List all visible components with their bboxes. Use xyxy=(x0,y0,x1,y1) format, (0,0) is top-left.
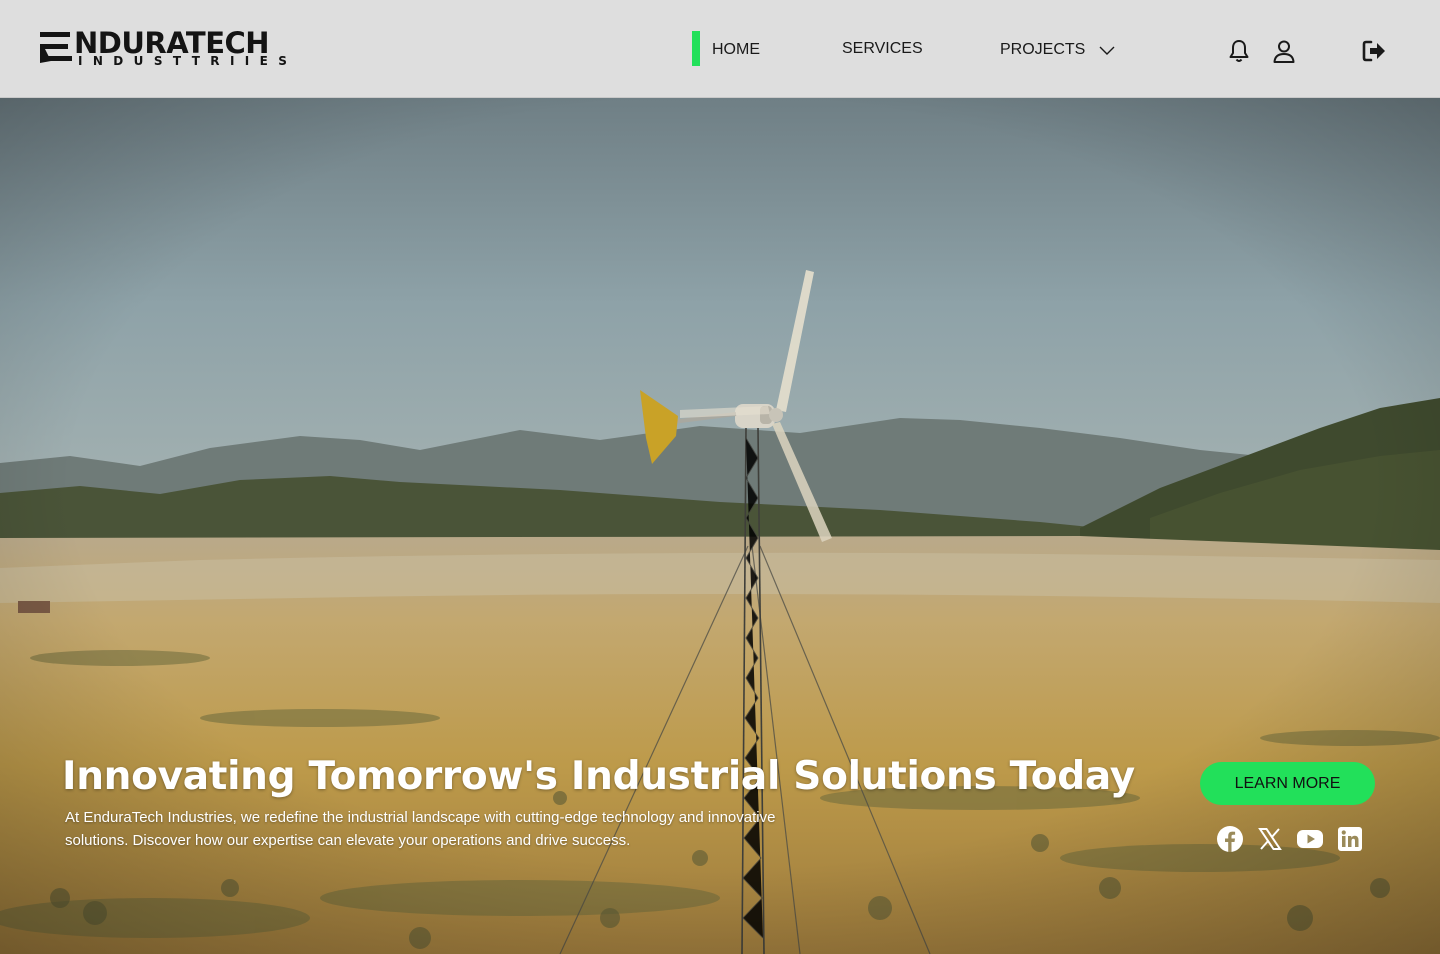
nav-active-indicator xyxy=(692,31,700,66)
bell-icon[interactable] xyxy=(1226,38,1252,64)
hero-description: At EnduraTech Industries, we redefine th… xyxy=(65,809,776,849)
nav-services-label: SERVICES xyxy=(842,40,923,57)
youtube-icon[interactable] xyxy=(1296,825,1324,853)
logout-icon[interactable] xyxy=(1361,38,1387,64)
chevron-down-icon xyxy=(1099,46,1115,55)
user-icon[interactable] xyxy=(1271,38,1297,64)
nav-projects[interactable]: PROJECTS xyxy=(1000,41,1115,59)
logo[interactable]: NDURATECH INDUSTTRIIES xyxy=(40,26,287,68)
logo-subtitle: INDUSTTRIIES xyxy=(78,54,298,68)
hero-section: Innovating Tomorrow's Industrial Solutio… xyxy=(0,98,1440,954)
hero-title: Innovating Tomorrow's Industrial Solutio… xyxy=(62,754,1135,799)
nav-projects-label: PROJECTS xyxy=(1000,41,1086,58)
social-links xyxy=(1216,825,1364,853)
logo-mark-icon xyxy=(40,32,72,63)
site-header: NDURATECH INDUSTTRIIES HOME SERVICES PRO… xyxy=(0,0,1440,98)
nav-services[interactable]: SERVICES xyxy=(842,40,923,58)
learn-more-label: LEARN MORE xyxy=(1234,774,1341,792)
linkedin-icon[interactable] xyxy=(1336,825,1364,853)
nav-home[interactable]: HOME xyxy=(712,41,760,59)
x-icon[interactable] xyxy=(1256,825,1284,853)
nav-home-label: HOME xyxy=(712,41,760,58)
facebook-icon[interactable] xyxy=(1216,825,1244,853)
learn-more-button[interactable]: LEARN MORE xyxy=(1200,762,1375,805)
